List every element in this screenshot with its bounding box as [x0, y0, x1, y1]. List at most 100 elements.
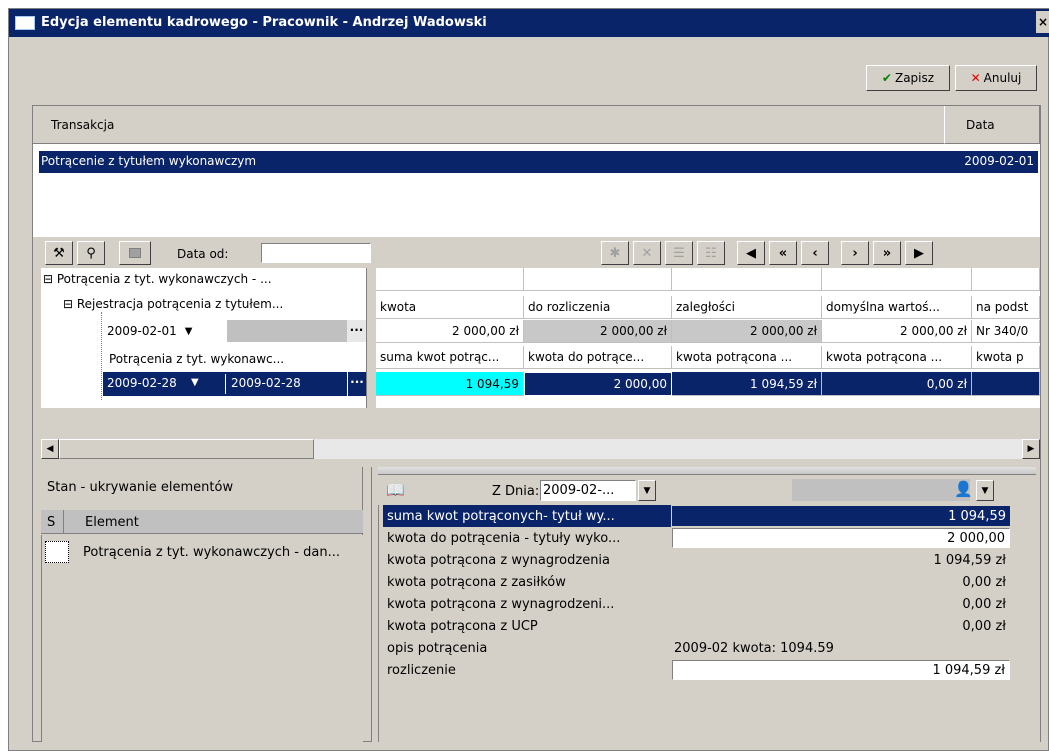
prop-label-z-wynagrodzeni: kwota potrącona z wynagrodzeni... — [387, 596, 615, 612]
cell-kwota-do-potracenia[interactable]: 2 000,00 — [524, 372, 672, 396]
grid-cell — [822, 268, 972, 291]
transaction-row[interactable]: Potrącenie z tytułem wykonawczym 2009-02… — [39, 151, 1038, 173]
cancel-edit-icon[interactable]: ☷ — [697, 241, 725, 265]
tree-node-label: Rejestracja potrącenia z tytułem... — [76, 297, 284, 311]
date-to-value: 2009-02-28 — [231, 376, 301, 390]
window-title: Edycja elementu kadrowego - Pracownik - … — [41, 15, 487, 30]
header-filler — [792, 479, 970, 501]
prop-label-rozliczenie: rozliczenie — [387, 662, 456, 678]
element-checkbox[interactable] — [45, 541, 69, 563]
selected-tree-row[interactable]: 2009-02-28 ▼ 2009-02-28 ... — [103, 372, 366, 396]
prop-label-suma-kwot: suma kwot potrąconych- tytuł wy... — [383, 505, 671, 527]
user-icon[interactable]: 👤 — [954, 480, 973, 498]
post-icon[interactable]: ☰ — [665, 241, 693, 265]
element-item[interactable]: Potrącenia z tyt. wykonawczych - dan... — [83, 545, 340, 560]
prev-page-icon[interactable]: « — [769, 241, 797, 265]
cell-zaleglosci[interactable]: 2 000,00 zł — [672, 320, 822, 343]
cancel-button[interactable]: ✕ Anuluj — [955, 65, 1037, 91]
z-dnia-label: Z Dnia: — [492, 484, 540, 499]
ellipsis-button-2[interactable]: ... — [347, 372, 366, 396]
column-header-transakcja[interactable]: Transakcja — [33, 106, 945, 144]
prop-value-z-wynagrodzenia[interactable]: 1 094,59 zł — [672, 550, 1010, 570]
chevron-down-icon[interactable]: ▼ — [638, 480, 656, 501]
scroll-right-icon[interactable]: ▶ — [1022, 439, 1040, 459]
date-to-cell-1[interactable] — [227, 320, 347, 342]
grid-toolbar: ⚒ ⚲ Data od: ✱ ✕ ☰ ☷ ◀ « ‹ › » ▶ — [33, 237, 1040, 271]
separator — [225, 374, 226, 394]
scroll-left-icon[interactable]: ◀ — [41, 439, 59, 459]
tree-node-potracenia-2[interactable]: Potrącenia z tyt. wykonawc... — [109, 352, 359, 366]
data-grid: kwota do rozliczenia zaległości domyślna… — [376, 268, 1040, 408]
chevron-down-icon[interactable]: ▼ — [976, 480, 994, 501]
dropdown-arrow-icon: ▼ — [191, 377, 199, 388]
prop-label-z-ucp: kwota potrącona z UCP — [387, 618, 538, 634]
date-from-value: 2009-02-28 — [107, 376, 177, 390]
new-record-icon[interactable]: ✱ — [601, 241, 629, 265]
checkmark-icon: ✔ — [881, 71, 892, 85]
prop-value-rozliczenie[interactable]: 1 094,59 zł — [672, 660, 1010, 680]
column-header-zaleglosci[interactable]: zaległości — [672, 296, 822, 319]
book-icon[interactable]: 📖 — [386, 481, 405, 499]
prop-value-opis[interactable]: 2009-02 kwota: 1094.59 — [672, 638, 1010, 658]
cell-kwota[interactable]: 2 000,00 zł — [376, 320, 524, 343]
column-header-kwota[interactable]: kwota — [376, 296, 524, 319]
prop-label-opis: opis potrącenia — [387, 640, 488, 656]
window-icon — [15, 16, 35, 30]
grid-cell — [376, 268, 524, 291]
prop-value-z-zasilkow[interactable]: 0,00 zł — [672, 572, 1010, 592]
tree-node-rejestracja[interactable]: ⊟ Rejestracja potrącenia z tytułem... — [63, 297, 363, 311]
element-list-header: S Element — [41, 510, 363, 534]
column-header-kwota-potracona-2[interactable]: kwota potrącona ... — [822, 346, 972, 369]
cell-kwota-potracona[interactable]: 1 094,59 zł — [672, 372, 822, 396]
column-header-data[interactable]: Data — [945, 106, 1040, 144]
cell-domyslna[interactable]: 2 000,00 zł — [822, 320, 972, 343]
close-button[interactable]: × — [1036, 11, 1049, 33]
tree-node-potracenia[interactable]: ⊟ Potrącenia z tyt. wykonawczych - ... — [43, 272, 363, 286]
column-header-kwota-potracona[interactable]: kwota potrącona ... — [672, 346, 822, 369]
cell-do-rozliczenia[interactable]: 2 000,00 zł — [524, 320, 672, 343]
column-header-do-rozliczenia[interactable]: do rozliczenia — [524, 296, 672, 319]
prop-value-z-ucp[interactable]: 0,00 zł — [672, 616, 1010, 636]
column-header-domyslna[interactable]: domyślna wartoś... — [822, 296, 972, 319]
next-page-icon[interactable]: » — [873, 241, 901, 265]
tools-icon[interactable]: ⚒ — [45, 241, 73, 265]
column-header-kwota-p[interactable]: kwota p — [972, 346, 1040, 369]
scroll-thumb[interactable] — [59, 439, 314, 459]
date-from-input[interactable] — [261, 243, 371, 263]
prop-value-suma-kwot[interactable]: 1 094,59 — [672, 506, 1010, 526]
grid-cell — [972, 268, 1040, 291]
first-icon[interactable]: ◀ — [737, 241, 765, 265]
dropdown-arrow-icon: ▼ — [184, 325, 193, 337]
date-dropdown-1[interactable]: 2009-02-01 ▼ — [103, 320, 227, 342]
save-button[interactable]: ✔ Zapisz — [866, 65, 950, 91]
visibility-panel-title: Stan - ukrywanie elementów — [47, 480, 234, 495]
title-bar: Edycja elementu kadrowego - Pracownik - … — [9, 9, 1049, 37]
cell-kwota-potracona-2[interactable]: 0,00 zł — [822, 372, 972, 396]
date-from-label: Data od: — [177, 247, 229, 261]
next-icon[interactable]: › — [841, 241, 869, 265]
cell-na-podst[interactable]: Nr 340/0 — [972, 320, 1040, 343]
last-icon[interactable]: ▶ — [905, 241, 933, 265]
properties-header-strip — [378, 467, 1036, 475]
list-border — [41, 535, 42, 742]
column-header-s[interactable]: S — [47, 515, 55, 530]
search-icon[interactable]: ⚲ — [77, 241, 105, 265]
column-header-kwota-do-potracenia[interactable]: kwota do potrące... — [524, 346, 672, 369]
prev-icon[interactable]: ‹ — [801, 241, 829, 265]
horizontal-scrollbar[interactable]: ◀ ▶ — [41, 439, 1040, 459]
column-header-na-podst[interactable]: na podst — [972, 296, 1040, 319]
transaction-date: 2009-02-01 — [964, 154, 1034, 168]
column-header-element[interactable]: Element — [85, 515, 139, 530]
cell-kwota-p[interactable] — [972, 372, 1040, 396]
tree-grid: ⊟ Potrącenia z tyt. wykonawczych - ... ⊟… — [41, 268, 1040, 438]
grid-cell — [672, 268, 822, 291]
prop-value-kwota-do-potracenia[interactable]: 2 000,00 — [672, 528, 1010, 548]
column-header-suma-kwot[interactable]: suma kwot potrąc... — [376, 346, 524, 369]
cell-suma-kwot[interactable]: 1 094,59 — [376, 372, 524, 396]
ellipsis-button-1[interactable]: ... — [347, 320, 366, 342]
z-dnia-value: 2009-02-... — [543, 483, 615, 498]
delete-icon[interactable]: ✕ — [633, 241, 661, 265]
calendar-icon[interactable] — [119, 241, 151, 265]
prop-value-z-wynagrodzeni[interactable]: 0,00 zł — [672, 594, 1010, 614]
z-dnia-select[interactable]: 2009-02-... — [540, 480, 636, 501]
